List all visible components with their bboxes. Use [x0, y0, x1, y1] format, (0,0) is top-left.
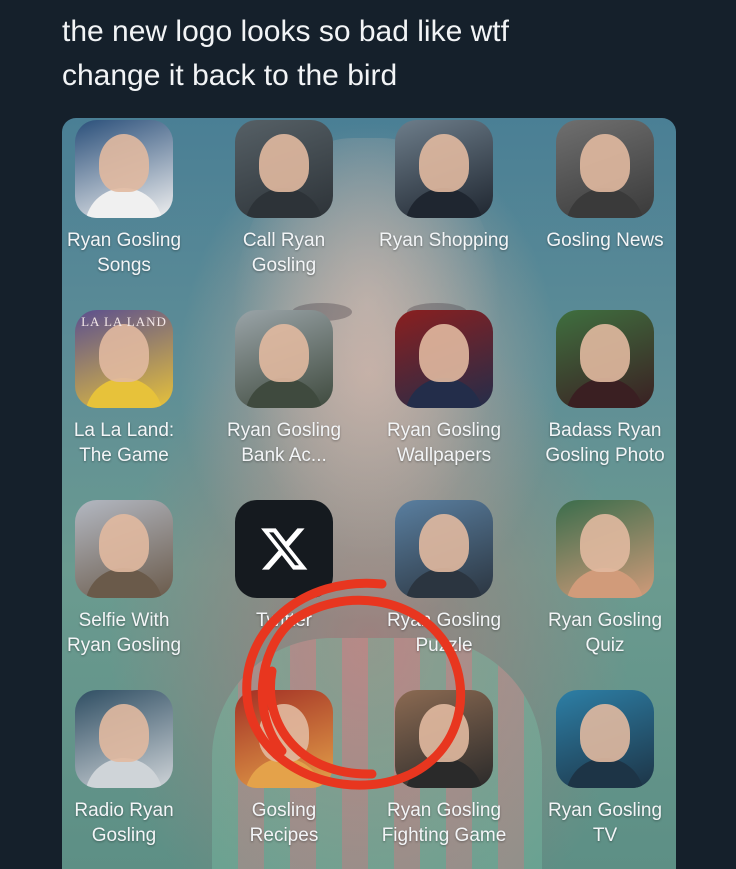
portrait-body	[85, 758, 163, 788]
portrait-body	[566, 758, 644, 788]
app-radio-ryan-gosling[interactable]: Radio Ryan Gosling	[62, 690, 204, 848]
ryan-gosling-puzzle-icon[interactable]	[395, 500, 493, 598]
ryan-gosling-fighting-game-icon[interactable]	[395, 690, 493, 788]
portrait-body	[405, 188, 483, 218]
app-selfie-with-ryan-gosling[interactable]: Selfie With Ryan Gosling	[62, 500, 204, 658]
ryan-gosling-tv-icon[interactable]	[556, 690, 654, 788]
app-badass-ryan-gosling[interactable]: Badass Ryan Gosling Photo	[525, 310, 676, 468]
app-label: Selfie With Ryan Gosling	[66, 610, 182, 656]
portrait-head	[259, 134, 309, 192]
portrait-body	[405, 378, 483, 408]
app-gosling-recipes[interactable]: Gosling Recipes	[204, 690, 364, 848]
post-caption: the new logo looks so bad like wtf chang…	[62, 15, 509, 92]
ryan-gosling-quiz-icon[interactable]	[556, 500, 654, 598]
portrait-body	[85, 568, 163, 598]
app-label: Ryan Gosling TV	[547, 800, 663, 846]
app-label: Ryan Gosling Quiz	[547, 610, 663, 656]
app-ryan-shopping[interactable]: Ryan Shopping	[364, 120, 524, 253]
portrait-head	[580, 704, 630, 762]
portrait-body	[405, 758, 483, 788]
radio-ryan-gosling-icon[interactable]	[75, 690, 173, 788]
app-label: Call Ryan Gosling	[242, 230, 326, 276]
call-ryan-gosling-icon[interactable]	[235, 120, 333, 218]
portrait-body	[566, 188, 644, 218]
gosling-recipes-icon[interactable]	[235, 690, 333, 788]
app-label: Ryan Gosling Fighting Game	[381, 800, 507, 846]
portrait-head	[419, 134, 469, 192]
app-ryan-gosling-quiz[interactable]: Ryan Gosling Quiz	[525, 500, 676, 658]
portrait-body	[245, 758, 323, 788]
app-label: Ryan Gosling Puzzle	[386, 610, 502, 656]
app-label: Ryan Shopping	[379, 230, 509, 251]
app-call-ryan-gosling[interactable]: Call Ryan Gosling	[204, 120, 364, 278]
portrait-head	[580, 134, 630, 192]
app-label: La La Land: The Game	[73, 420, 175, 466]
app-label: Gosling Recipes	[249, 800, 319, 846]
app-label: Ryan Gosling Songs	[66, 230, 182, 276]
app-label: Badass Ryan Gosling Photo	[545, 420, 665, 466]
gosling-news-icon[interactable]	[556, 120, 654, 218]
app-ryan-gosling-wallpapers[interactable]: Ryan Gosling Wallpapers	[364, 310, 524, 468]
app-ryan-gosling-songs[interactable]: Ryan Gosling Songs	[62, 120, 204, 278]
app-label: Radio Ryan Gosling	[74, 800, 174, 846]
portrait-body	[85, 188, 163, 218]
selfie-with-ryan-gosling-icon[interactable]	[75, 500, 173, 598]
app-ryan-gosling-fighting-game[interactable]: Ryan Gosling Fighting Game	[364, 690, 524, 848]
app-la-la-land[interactable]: LA LA LAND La La Land: The Game	[62, 310, 204, 468]
portrait-head	[580, 514, 630, 572]
app-x-logo[interactable]: Twitter	[204, 500, 364, 633]
portrait-head	[99, 514, 149, 572]
portrait-head	[580, 324, 630, 382]
app-ryan-gosling-bank[interactable]: Ryan Gosling Bank Ac...	[204, 310, 364, 468]
app-label: Ryan Gosling Wallpapers	[386, 420, 502, 466]
app-label: Gosling News	[546, 230, 664, 251]
portrait-body	[245, 188, 323, 218]
app-ryan-gosling-tv[interactable]: Ryan Gosling TV	[525, 690, 676, 848]
portrait-head	[419, 324, 469, 382]
app-label: Ryan Gosling Bank Ac...	[226, 420, 342, 466]
ryan-gosling-songs-icon[interactable]	[75, 120, 173, 218]
x-logo-icon[interactable]	[235, 500, 333, 598]
portrait-body	[566, 568, 644, 598]
portrait-body	[245, 378, 323, 408]
app-ryan-gosling-puzzle[interactable]: Ryan Gosling Puzzle	[364, 500, 524, 658]
ryan-gosling-wallpapers-icon[interactable]	[395, 310, 493, 408]
app-label: Twitter	[256, 610, 312, 631]
app-gosling-news[interactable]: Gosling News	[525, 120, 676, 253]
portrait-head	[99, 134, 149, 192]
portrait-head	[99, 324, 149, 382]
portrait-body	[566, 378, 644, 408]
ryan-shopping-icon[interactable]	[395, 120, 493, 218]
la-la-land-icon[interactable]: LA LA LAND	[75, 310, 173, 408]
portrait-head	[419, 514, 469, 572]
icon-title-text: LA LA LAND	[81, 314, 167, 329]
portrait-head	[259, 704, 309, 762]
portrait-head	[419, 704, 469, 762]
badass-ryan-gosling-icon[interactable]	[556, 310, 654, 408]
home-screen: Ryan Gosling Songs Call Ryan Gosling Ryan …	[62, 118, 676, 869]
portrait-head	[99, 704, 149, 762]
portrait-body	[85, 378, 163, 408]
ryan-gosling-bank-icon[interactable]	[235, 310, 333, 408]
portrait-head	[259, 324, 309, 382]
portrait-body	[405, 568, 483, 598]
